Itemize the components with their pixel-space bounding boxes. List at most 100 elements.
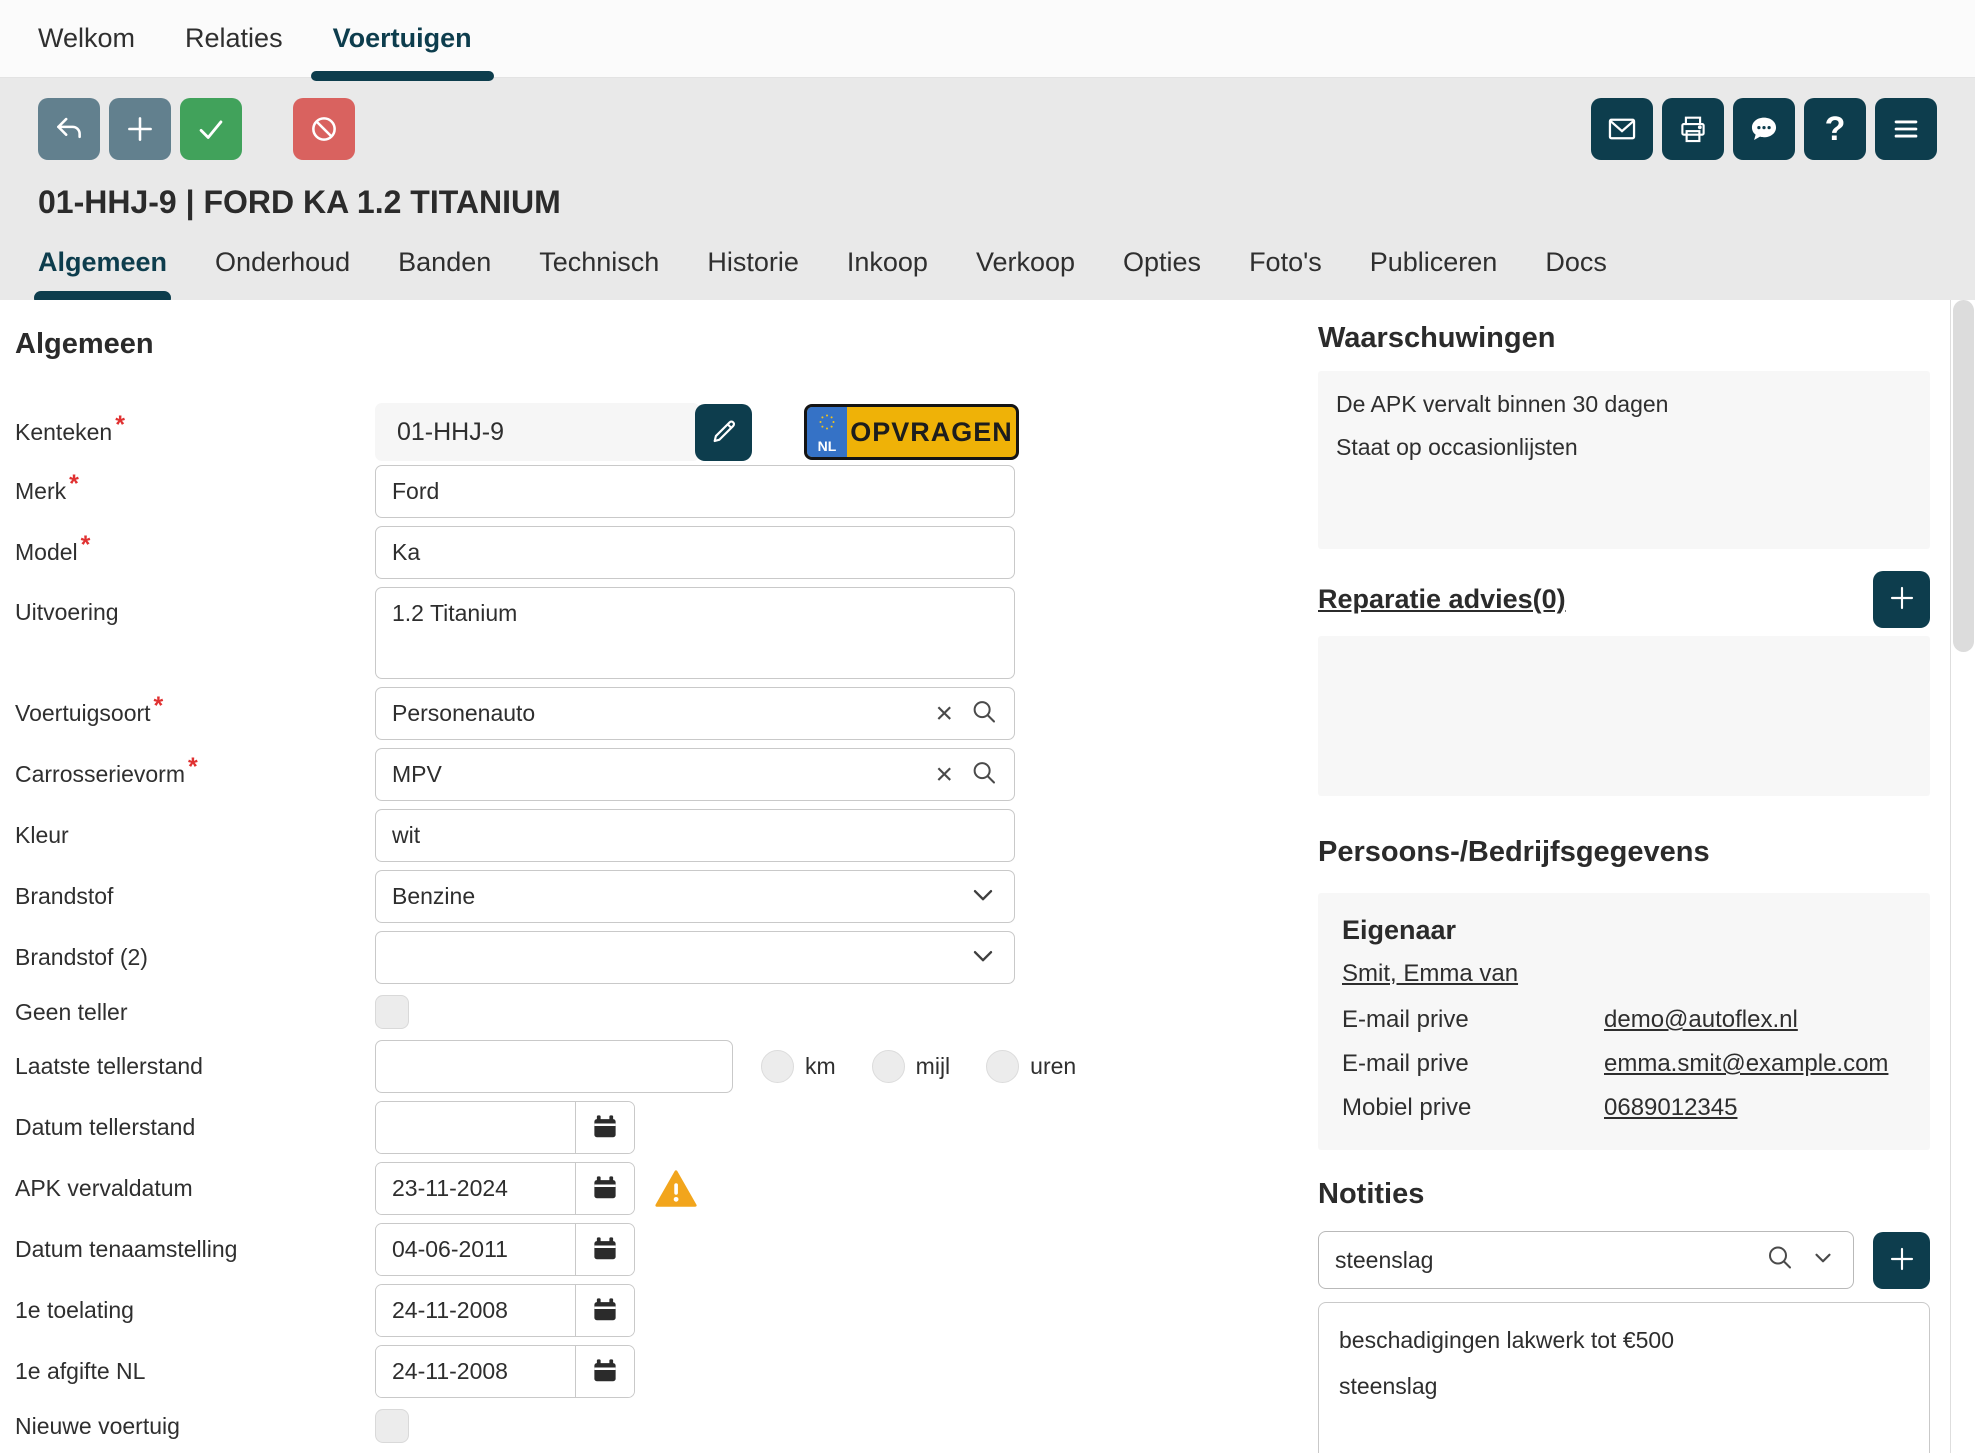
- persoons-title: Persoons-/Bedrijfsgegevens: [1318, 836, 1930, 869]
- subtab-algemeen[interactable]: Algemeen: [38, 247, 167, 291]
- unit-km-label: km: [805, 1053, 836, 1080]
- unit-uren-radio[interactable]: uren: [986, 1050, 1076, 1083]
- vehicle-subtabs: Algemeen Onderhoud Banden Technisch Hist…: [38, 247, 1937, 291]
- chevron-down-icon[interactable]: [1810, 1245, 1836, 1276]
- calendar-icon: [590, 1233, 620, 1266]
- undo-arrow-icon: [52, 112, 86, 146]
- contact-label: Mobiel prive: [1342, 1094, 1604, 1122]
- calendar-button[interactable]: [575, 1163, 634, 1214]
- laatste-tellerstand-label: Laatste tellerstand: [15, 1053, 375, 1080]
- eigenaar-name-link[interactable]: Smit, Emma van: [1342, 960, 1518, 988]
- cancel-button[interactable]: [293, 98, 355, 160]
- reparatie-advies-link[interactable]: Reparatie advies(0): [1318, 584, 1566, 615]
- checkmark-icon: [194, 112, 228, 146]
- calendar-button[interactable]: [575, 1285, 634, 1336]
- geen-teller-checkbox[interactable]: [375, 995, 409, 1029]
- kleur-input[interactable]: [375, 809, 1015, 862]
- brandstof2-label: Brandstof (2): [15, 944, 375, 971]
- nl-plate-strip: NL: [807, 407, 847, 457]
- vertical-scrollbar-track[interactable]: [1950, 300, 1975, 1453]
- datum-tenaamstelling-input[interactable]: [376, 1224, 575, 1275]
- tab-relaties[interactable]: Relaties: [163, 0, 305, 77]
- laatste-tellerstand-input[interactable]: [375, 1040, 733, 1093]
- page-title: 01-HHJ-9 | FORD KA 1.2 TITANIUM: [38, 184, 1937, 221]
- plus-icon: [123, 112, 157, 146]
- menu-button[interactable]: [1875, 98, 1937, 160]
- brandstof-select[interactable]: [375, 870, 1015, 923]
- clear-icon[interactable]: ×: [935, 760, 953, 790]
- chevron-down-icon[interactable]: [967, 939, 999, 976]
- calendar-icon: [590, 1355, 620, 1388]
- add-button[interactable]: [109, 98, 171, 160]
- uitvoering-textarea[interactable]: 1.2 Titanium: [375, 587, 1015, 679]
- edit-kenteken-button[interactable]: [695, 404, 752, 461]
- toelating-input[interactable]: [376, 1285, 575, 1336]
- datum-tellerstand-input[interactable]: [376, 1102, 575, 1153]
- unit-mijl-radio[interactable]: mijl: [872, 1050, 951, 1083]
- notities-list-box: beschadigingen lakwerk tot €500 steensla…: [1318, 1302, 1930, 1453]
- required-marker: *: [154, 692, 164, 720]
- add-reparatie-advies-button[interactable]: [1873, 571, 1930, 628]
- voertuigsoort-input[interactable]: [375, 687, 1015, 740]
- search-icon[interactable]: [969, 757, 999, 792]
- save-confirm-button[interactable]: [180, 98, 242, 160]
- radio-circle[interactable]: [872, 1050, 905, 1083]
- chat-button[interactable]: [1733, 98, 1795, 160]
- nieuwe-voertuig-checkbox[interactable]: [375, 1409, 409, 1443]
- contact-email-link[interactable]: emma.smit@example.com: [1604, 1050, 1906, 1078]
- back-button[interactable]: [38, 98, 100, 160]
- eigenaar-box: Eigenaar Smit, Emma van E-mail prive dem…: [1318, 893, 1930, 1150]
- toolbar: ?: [38, 98, 1937, 160]
- notitie-item: steenslag: [1339, 1363, 1909, 1409]
- vertical-scrollbar-thumb[interactable]: [1953, 300, 1974, 652]
- tab-voertuigen[interactable]: Voertuigen: [311, 0, 494, 77]
- subtab-docs[interactable]: Docs: [1545, 247, 1607, 291]
- apk-vervaldatum-label: APK vervaldatum: [15, 1175, 375, 1202]
- contact-email-link[interactable]: demo@autoflex.nl: [1604, 1006, 1906, 1034]
- calendar-icon: [590, 1111, 620, 1144]
- subtab-technisch[interactable]: Technisch: [539, 247, 659, 291]
- subtab-banden[interactable]: Banden: [398, 247, 491, 291]
- contact-phone-link[interactable]: 0689012345: [1604, 1094, 1906, 1122]
- carrosserievorm-label: Carrosserievorm*: [15, 760, 375, 789]
- help-button[interactable]: ?: [1804, 98, 1866, 160]
- chevron-down-icon[interactable]: [967, 878, 999, 915]
- add-notitie-button[interactable]: [1873, 1232, 1930, 1289]
- model-input[interactable]: [375, 526, 1015, 579]
- reparatie-advies-row: Reparatie advies(0): [1318, 571, 1930, 628]
- calendar-button[interactable]: [575, 1224, 634, 1275]
- merk-input[interactable]: [375, 465, 1015, 518]
- opvragen-plate-button[interactable]: NL OPVRAGEN: [804, 404, 1019, 460]
- radio-circle[interactable]: [986, 1050, 1019, 1083]
- unit-km-radio[interactable]: km: [761, 1050, 836, 1083]
- carrosserievorm-input[interactable]: [375, 748, 1015, 801]
- search-icon[interactable]: [1764, 1242, 1796, 1279]
- content-area: Algemeen Kenteken* NL OPVRAGEN: [0, 300, 1975, 1453]
- brandstof2-select[interactable]: [375, 931, 1015, 984]
- contact-list: E-mail prive demo@autoflex.nl E-mail pri…: [1342, 1006, 1906, 1122]
- calendar-button[interactable]: [575, 1102, 634, 1153]
- print-button[interactable]: [1662, 98, 1724, 160]
- plus-icon: [1886, 582, 1918, 617]
- kenteken-input[interactable]: [375, 403, 700, 461]
- unit-uren-label: uren: [1030, 1053, 1076, 1080]
- subtab-historie[interactable]: Historie: [707, 247, 799, 291]
- required-marker: *: [115, 411, 125, 439]
- calendar-icon: [590, 1294, 620, 1327]
- afgifte-input[interactable]: [376, 1346, 575, 1397]
- radio-circle[interactable]: [761, 1050, 794, 1083]
- email-button[interactable]: [1591, 98, 1653, 160]
- subtab-opties[interactable]: Opties: [1123, 247, 1201, 291]
- header-band: ? 01-HHJ-9 | FORD KA 1.2 TITANIUM Algeme…: [0, 78, 1975, 300]
- plate-country-label: NL: [818, 438, 837, 454]
- search-icon[interactable]: [969, 696, 999, 731]
- subtab-verkoop[interactable]: Verkoop: [976, 247, 1075, 291]
- subtab-onderhoud[interactable]: Onderhoud: [215, 247, 350, 291]
- tab-welkom[interactable]: Welkom: [16, 0, 157, 77]
- subtab-inkoop[interactable]: Inkoop: [847, 247, 928, 291]
- subtab-publiceren[interactable]: Publiceren: [1370, 247, 1498, 291]
- apk-vervaldatum-input[interactable]: [376, 1163, 575, 1214]
- subtab-fotos[interactable]: Foto's: [1249, 247, 1322, 291]
- clear-icon[interactable]: ×: [935, 699, 953, 729]
- calendar-button[interactable]: [575, 1346, 634, 1397]
